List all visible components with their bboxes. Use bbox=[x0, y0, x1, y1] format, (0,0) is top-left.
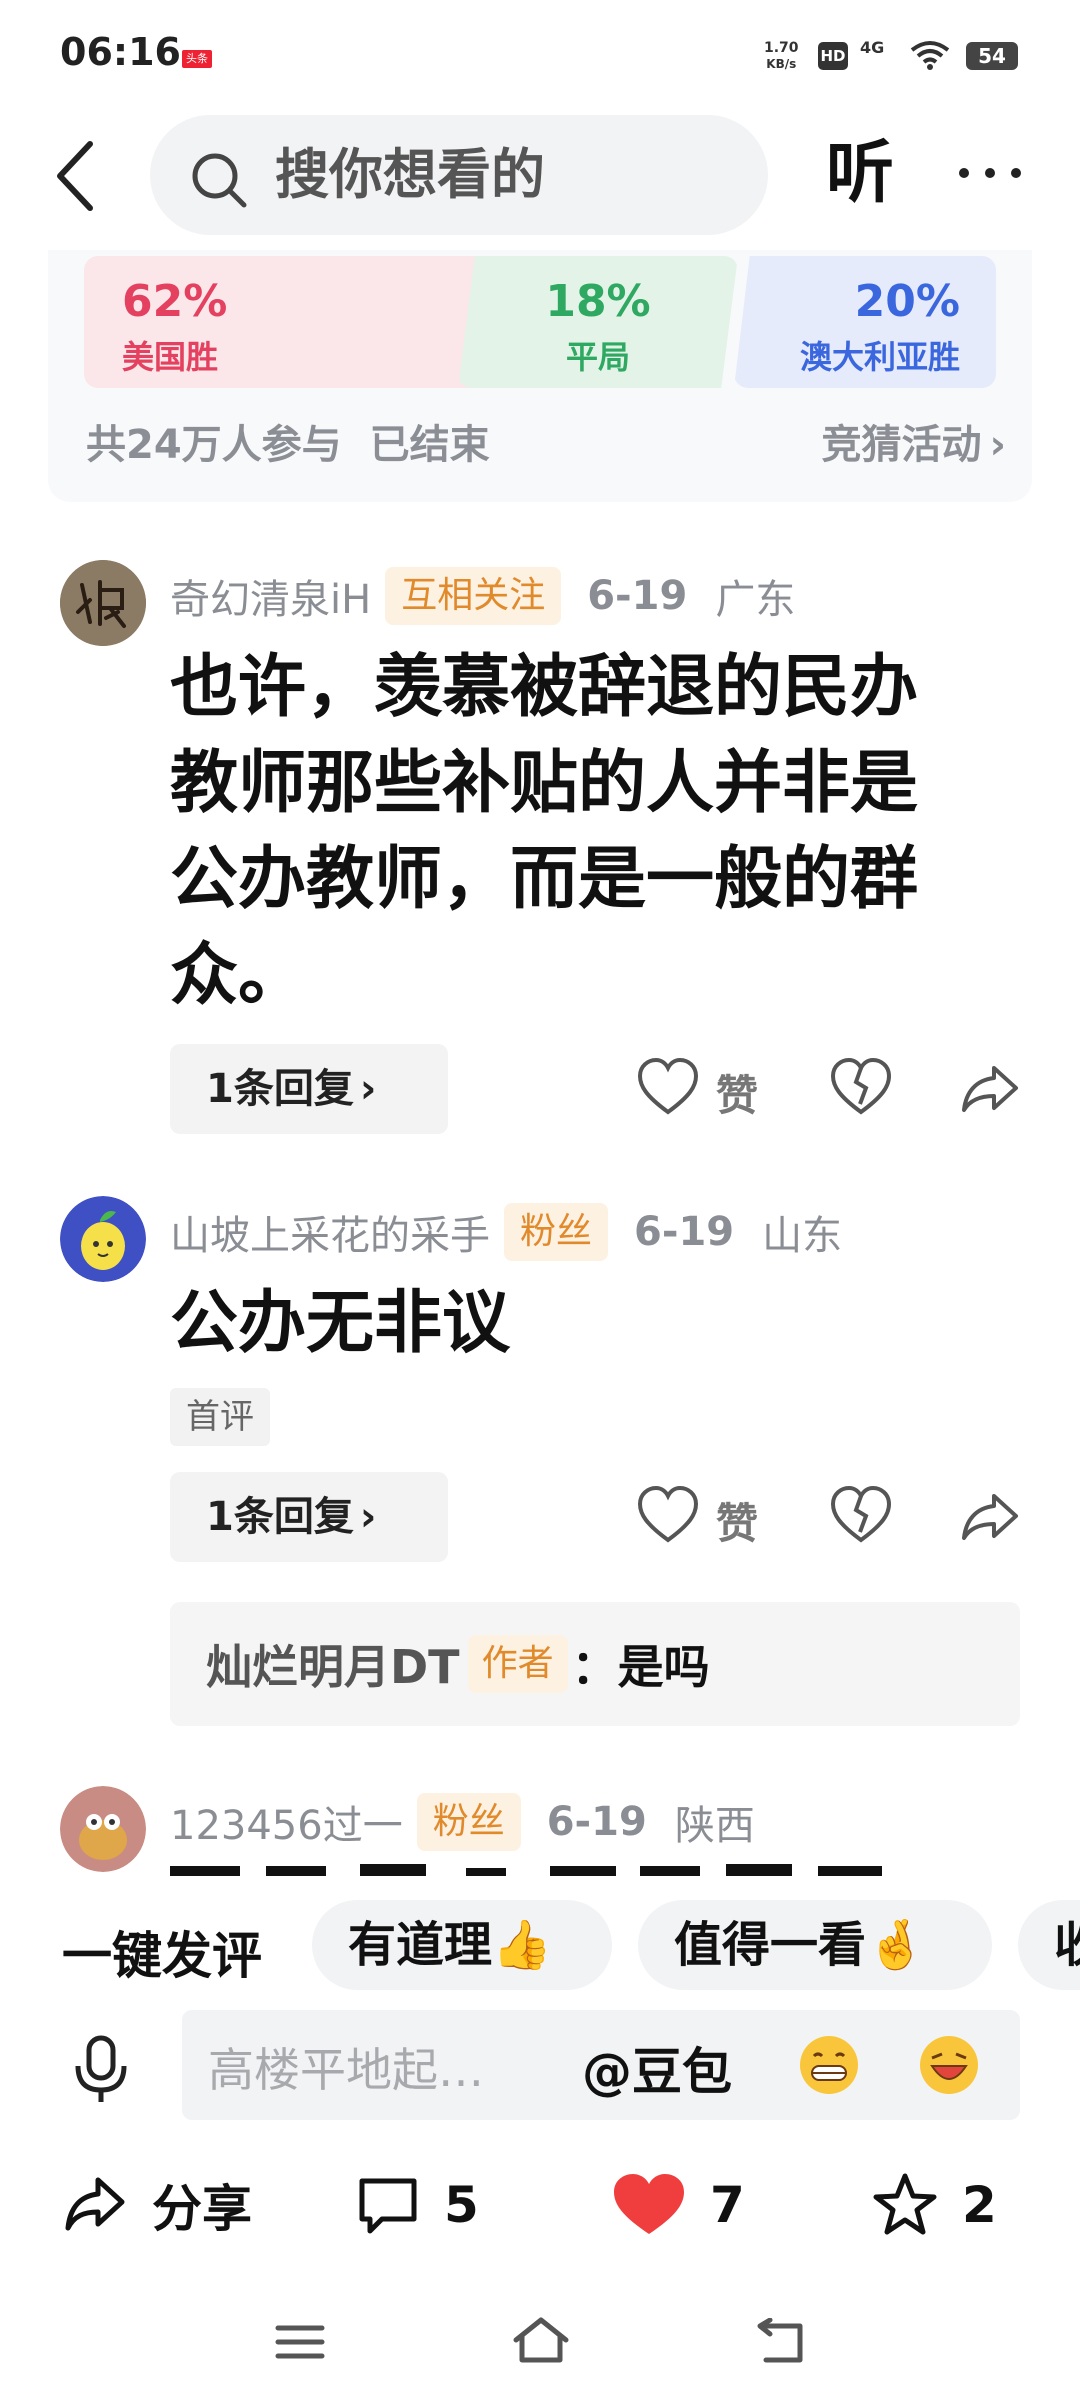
vote-label: 平局 bbox=[565, 338, 630, 376]
vote-label: 澳大利亚胜 bbox=[799, 338, 960, 376]
heart-icon bbox=[637, 1057, 699, 1115]
vote-percent: 20% bbox=[854, 276, 960, 327]
reply-username[interactable]: 灿烂明月DT bbox=[206, 1631, 460, 1697]
comment-item: 山坡上采花的采手 粉丝 6-19 山东 公办无非议 首评 1条回复 › 赞 灿烂明… bbox=[0, 1196, 1080, 1736]
broken-heart-icon[interactable] bbox=[826, 1472, 896, 1562]
quick-comment-chip[interactable]: 值得一看🤞 bbox=[638, 1900, 992, 1990]
author-reply[interactable]: 灿烂明月DT 作者 ：是吗 bbox=[170, 1602, 1020, 1726]
favorite-button[interactable]: 2 bbox=[872, 2170, 997, 2240]
avatar[interactable] bbox=[60, 560, 146, 646]
clipped-text-fragment bbox=[170, 1864, 882, 1876]
search-icon bbox=[192, 153, 247, 208]
mic-icon[interactable] bbox=[70, 2034, 132, 2106]
vote-percent: 62% bbox=[122, 276, 228, 327]
more-icon[interactable] bbox=[950, 138, 1030, 208]
hd-icon: HD bbox=[818, 42, 848, 70]
home-icon[interactable] bbox=[510, 2314, 572, 2366]
quick-comment-label: 一键发评 bbox=[62, 1927, 262, 1985]
comment-date: 6-19 bbox=[546, 1799, 647, 1845]
back-icon[interactable] bbox=[48, 136, 108, 216]
comment-meta: 123456过一 粉丝 6-19 陕西 bbox=[170, 1790, 755, 1854]
heart-icon bbox=[637, 1485, 699, 1543]
search-input[interactable]: 搜你想看的 bbox=[150, 115, 768, 235]
quick-comment-chip[interactable]: 有道理👍 bbox=[312, 1900, 612, 1990]
comment-count-button[interactable]: 5 bbox=[356, 2170, 479, 2240]
vote-meta: 共24万人参与 已结束 bbox=[86, 412, 490, 470]
comment-location: 广东 bbox=[715, 577, 796, 623]
comment-text: 公办无非议 bbox=[170, 1284, 511, 1363]
chevron-right-icon: › bbox=[359, 1494, 377, 1540]
avatar[interactable] bbox=[60, 1786, 146, 1872]
comment-username[interactable]: 123456过一 bbox=[170, 1793, 403, 1851]
network-speed: 1.70 KB/s bbox=[764, 40, 799, 71]
comment-date: 6-19 bbox=[634, 1209, 735, 1255]
comment-icon bbox=[359, 2178, 417, 2234]
relation-tag: 粉丝 bbox=[504, 1203, 609, 1261]
app-notification-badge: 头条 bbox=[182, 50, 212, 68]
laugh-emoji-icon[interactable] bbox=[918, 2034, 980, 2096]
status-bar: 06:16 头条 1.70 KB/s HD 4G 54 bbox=[0, 0, 1080, 110]
chevron-right-icon: › bbox=[989, 422, 1006, 468]
prediction-card: 62% 美国胜 18% 平局 20% 澳大利亚胜 共24万人参与 已结束 竞猜活动… bbox=[48, 250, 1032, 502]
comment-meta: 山坡上采花的采手 粉丝 6-19 山东 bbox=[170, 1200, 842, 1264]
battery-icon: 54 bbox=[966, 42, 1018, 70]
author-tag: 作者 bbox=[467, 1635, 568, 1693]
relation-tag: 粉丝 bbox=[416, 1793, 521, 1851]
header: 搜你想看的 听 bbox=[0, 110, 1080, 240]
quick-comment-chip[interactable]: 收 bbox=[1018, 1900, 1080, 1990]
comment-username[interactable]: 奇幻清泉iH bbox=[170, 567, 371, 625]
system-navigation-bar bbox=[0, 2280, 1080, 2400]
wifi-icon bbox=[910, 41, 950, 70]
like-count-button[interactable]: 7 bbox=[612, 2170, 745, 2240]
return-icon[interactable] bbox=[752, 2318, 808, 2366]
like-button[interactable]: 赞 bbox=[636, 1472, 766, 1562]
avatar-image bbox=[60, 560, 146, 646]
star-icon bbox=[873, 2173, 937, 2235]
view-replies-button[interactable]: 1条回复 › bbox=[170, 1472, 448, 1562]
quick-comment-bar: 一键发评 有道理👍 值得一看🤞 收 bbox=[0, 1880, 1080, 2010]
mention-doubao-button[interactable]: @豆包 bbox=[582, 2032, 732, 2104]
share-arrow-icon[interactable] bbox=[956, 1472, 1026, 1562]
comment-placeholder: 高楼平地起… bbox=[208, 2043, 484, 2097]
comment-location: 山东 bbox=[762, 1213, 843, 1259]
relation-tag: 互相关注 bbox=[385, 567, 562, 625]
grin-emoji-icon[interactable] bbox=[798, 2034, 860, 2096]
avatar-image bbox=[60, 1196, 146, 1282]
share-arrow-icon[interactable] bbox=[956, 1044, 1026, 1134]
avatar[interactable] bbox=[60, 1196, 146, 1282]
share-button[interactable]: 分享 bbox=[62, 2170, 252, 2240]
comment-location: 陕西 bbox=[674, 1803, 755, 1849]
comment-text-cutoff bbox=[170, 1860, 950, 1876]
comment-input-row: 高楼平地起… @豆包 bbox=[0, 2000, 1080, 2140]
chevron-right-icon: › bbox=[359, 1066, 377, 1112]
vote-label: 美国胜 bbox=[122, 338, 219, 376]
search-placeholder: 搜你想看的 bbox=[275, 143, 545, 206]
broken-heart-icon[interactable] bbox=[826, 1044, 896, 1134]
reply-text: ：是吗 bbox=[571, 1640, 710, 1694]
view-replies-button[interactable]: 1条回复 › bbox=[170, 1044, 448, 1134]
first-comment-badge: 首评 bbox=[170, 1388, 270, 1446]
listen-button[interactable]: 听 bbox=[826, 134, 894, 214]
participant-count: 共24万人参与 bbox=[86, 422, 342, 468]
comment-username[interactable]: 山坡上采花的采手 bbox=[170, 1203, 490, 1261]
comment-meta: 奇幻清泉iH 互相关注 6-19 广东 bbox=[170, 564, 795, 628]
comment-date: 6-19 bbox=[587, 573, 688, 619]
menu-icon[interactable] bbox=[272, 2320, 328, 2364]
vote-percent: 18% bbox=[545, 276, 651, 327]
heart-icon bbox=[614, 2174, 684, 2234]
vote-option-usa[interactable]: 62% 美国胜 bbox=[84, 256, 504, 388]
vote-option-australia[interactable]: 20% 澳大利亚胜 bbox=[734, 256, 996, 388]
comment-text: 也许，羡慕被辞退的民办教师那些补贴的人并非是公办教师，而是一般的群众。 bbox=[170, 648, 919, 1015]
bottom-action-bar: 分享 5 7 2 bbox=[0, 2150, 1080, 2260]
share-arrow-icon bbox=[65, 2177, 125, 2231]
comment-input[interactable]: 高楼平地起… @豆包 bbox=[182, 2010, 1020, 2120]
status-time: 06:16 bbox=[60, 30, 181, 74]
signal-icon: 4G bbox=[860, 38, 885, 57]
like-button[interactable]: 赞 bbox=[636, 1044, 766, 1134]
vote-status: 已结束 bbox=[369, 422, 490, 468]
vote-option-draw[interactable]: 18% 平局 bbox=[458, 256, 738, 388]
prediction-activity-link[interactable]: 竞猜活动 › bbox=[822, 412, 1006, 470]
avatar-image bbox=[60, 1786, 146, 1872]
comment-item: 奇幻清泉iH 互相关注 6-19 广东 也许，羡慕被辞退的民办教师那些补贴的人并… bbox=[0, 560, 1080, 1140]
